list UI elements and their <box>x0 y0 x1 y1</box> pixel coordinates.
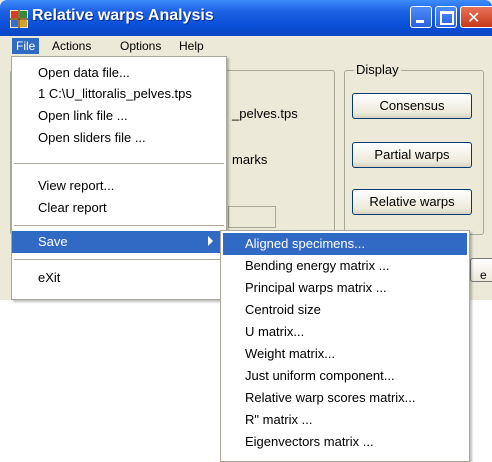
app-icon[interactable] <box>10 10 28 28</box>
partial-warps-button[interactable]: Partial warps <box>352 142 472 168</box>
menu-file[interactable]: File <box>12 38 40 54</box>
minimize-icon <box>416 20 424 23</box>
submenu-item-relative-warp-scores-matrix[interactable]: Relative warp scores matrix... <box>223 387 467 409</box>
menu-item-save-label: Save <box>38 234 68 249</box>
menu-actions[interactable]: Actions <box>48 38 95 54</box>
close-button[interactable]: ✕ <box>460 6 492 28</box>
submenu-item-weight-matrix[interactable]: Weight matrix... <box>223 343 467 365</box>
save-submenu: Aligned specimens... Bending energy matr… <box>220 230 470 462</box>
menu-item-exit[interactable]: eXit <box>12 267 226 289</box>
submenu-item-centroid-size[interactable]: Centroid size <box>223 299 467 321</box>
menu-options[interactable]: Options <box>116 38 165 54</box>
submenu-item-principal-warps-matrix[interactable]: Principal warps matrix ... <box>223 277 467 299</box>
partial-control[interactable] <box>228 206 276 228</box>
window-title: Relative warps Analysis <box>32 7 214 24</box>
data-file-name: _pelves.tps <box>232 106 298 121</box>
submenu-item-bending-energy-matrix[interactable]: Bending energy matrix ... <box>223 255 467 277</box>
menu-separator <box>14 163 224 164</box>
close-icon: ✕ <box>467 8 481 27</box>
relative-warps-button[interactable]: Relative warps <box>352 189 472 215</box>
submenu-item-u-matrix[interactable]: U matrix... <box>223 321 467 343</box>
menu-item-open-data-file[interactable]: Open data file... <box>12 62 226 84</box>
menu-item-save[interactable]: Save <box>12 231 226 253</box>
file-menu: Open data file... 1 C:\U_littoralis_pelv… <box>11 56 227 300</box>
landmarks-label: marks <box>232 152 268 167</box>
menu-item-recent-file[interactable]: 1 C:\U_littoralis_pelves.tps <box>12 83 226 105</box>
display-group-label: Display <box>354 62 401 77</box>
title-bar[interactable]: Relative warps Analysis ✕ <box>0 0 492 36</box>
menu-item-view-report[interactable]: View report... <box>12 175 226 197</box>
partial-button-label: e <box>480 268 487 282</box>
menu-item-open-link-file[interactable]: Open link file ... <box>12 105 226 127</box>
submenu-item-just-uniform-component[interactable]: Just uniform component... <box>223 365 467 387</box>
minimize-button[interactable] <box>410 6 432 28</box>
submenu-item-r-matrix[interactable]: R" matrix ... <box>223 409 467 431</box>
submenu-item-aligned-specimens[interactable]: Aligned specimens... <box>223 233 467 255</box>
consensus-button[interactable]: Consensus <box>352 93 472 119</box>
menu-item-clear-report[interactable]: Clear report <box>12 197 226 219</box>
maximize-icon <box>440 11 454 25</box>
menu-help[interactable]: Help <box>175 38 208 54</box>
menu-separator <box>14 259 224 260</box>
menu-separator <box>14 225 224 226</box>
menu-bar: File Actions Options Help <box>0 36 492 56</box>
submenu-item-eigenvectors-matrix[interactable]: Eigenvectors matrix ... <box>223 431 467 453</box>
maximize-button[interactable] <box>435 6 457 28</box>
menu-item-open-sliders-file[interactable]: Open sliders file ... <box>12 127 226 149</box>
submenu-arrow-icon <box>208 236 213 246</box>
